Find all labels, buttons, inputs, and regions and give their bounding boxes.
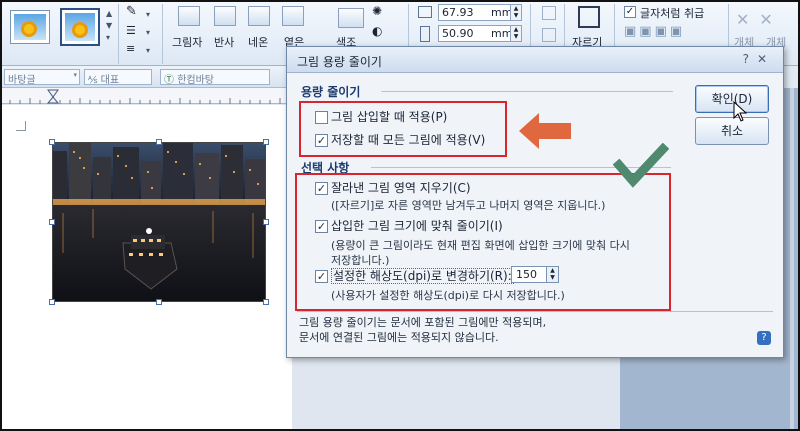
resize-handle-tr[interactable] (263, 139, 269, 145)
picture-style-thumb-1[interactable] (10, 10, 50, 44)
cancel-button[interactable]: 취소 (695, 117, 769, 145)
horizontal-ruler (2, 88, 292, 104)
treat-as-char-checkbox[interactable]: ✓ (624, 6, 636, 18)
treat-as-char-label[interactable]: 글자처럼 취급 (640, 5, 704, 21)
highlight-reduce-section (299, 101, 507, 157)
color-tone-icon[interactable] (338, 8, 364, 28)
dropdown-arrows[interactable]: ▾ ▾ ▾ (146, 6, 150, 60)
help-button[interactable]: ? (757, 331, 771, 345)
section-reduce-label: 용량 줄이기 (301, 85, 361, 99)
font-icon: ⅍ (88, 75, 98, 86)
dialog-footer-note: 그림 용량 줄이기는 문서에 포함된 그림에만 적용되며, 문서에 연결된 그림… (299, 316, 547, 344)
resize-handle-tm[interactable] (156, 139, 162, 145)
vertical-scrollbar[interactable] (790, 88, 794, 429)
line-weight-icon[interactable]: ≡ (126, 42, 135, 55)
app-window: ▲ ▼ ▾ ✎ ☰ ≡ ▾ ▾ ▾ 그림자 반사 네온 옅은 ✺ ◐ 색조 67.93 … (0, 0, 800, 431)
size-lock-icon[interactable] (542, 6, 556, 20)
neon-icon[interactable] (248, 6, 270, 26)
shadow-icon[interactable] (178, 6, 200, 26)
corner-mark (16, 121, 26, 131)
resize-handle-mr[interactable] (263, 219, 269, 225)
font-combo[interactable]: Ⓣ 한컴바탕 (160, 69, 270, 86)
neon-label[interactable]: 네온 (248, 34, 268, 50)
resize-handle-br[interactable] (263, 299, 269, 305)
contrast-icon[interactable]: ◐ (372, 24, 382, 38)
inserted-picture[interactable] (52, 142, 266, 302)
height-icon (420, 26, 430, 42)
width-icon (418, 6, 432, 18)
reduce-picture-size-dialog: 그림 용량 줄이기 ?✕ 용량 줄이기 그림 삽입할 때 적용(P) ✓ 저장할 … (286, 46, 784, 358)
font-type-icon: Ⓣ (164, 75, 174, 86)
ok-button[interactable]: 확인(D) (695, 85, 769, 113)
crop-icon[interactable] (578, 6, 600, 28)
soft-edge-icon[interactable] (282, 6, 304, 26)
green-checkmark-icon (612, 142, 670, 192)
help-icon[interactable]: ? (743, 52, 757, 66)
orange-arrow-icon (517, 111, 573, 154)
dialog-title-bar[interactable]: 그림 용량 줄이기 ?✕ (287, 47, 783, 73)
wrap-icons[interactable]: ▣▣▣▣ (624, 24, 685, 39)
pen-icon[interactable]: ✎ (126, 4, 137, 19)
size-reset-icon[interactable] (542, 28, 556, 42)
shadow-label[interactable]: 그림자 (172, 34, 202, 50)
resize-handle-bm[interactable] (156, 299, 162, 305)
highlight-options-section (295, 173, 671, 311)
object-icons: ✕✕ (736, 10, 783, 29)
resize-handle-bl[interactable] (49, 299, 55, 305)
mouse-cursor-icon (733, 100, 749, 126)
picture-style-thumb-2[interactable] (60, 8, 100, 46)
brightness-icon[interactable]: ✺ (372, 4, 382, 18)
line-style-icon[interactable]: ☰ (126, 24, 136, 37)
reflect-label[interactable]: 반사 (214, 34, 234, 50)
resize-handle-tl[interactable] (49, 139, 55, 145)
rep-font-combo[interactable]: ⅍ 대표 (84, 69, 152, 86)
reflect-icon[interactable] (214, 6, 236, 26)
dialog-title: 그림 용량 줄이기 (297, 55, 382, 69)
resize-handle-ml[interactable] (49, 219, 55, 225)
width-input[interactable]: 67.93 mm ▲ ▼ (438, 4, 522, 21)
scroll-arrows[interactable]: ▲ ▼ ▾ (106, 8, 112, 44)
close-icon[interactable]: ✕ (757, 52, 775, 66)
height-input[interactable]: 50.90 mm ▲ ▼ (438, 25, 522, 42)
style-combo[interactable]: 바탕글 ▾ (4, 69, 80, 86)
